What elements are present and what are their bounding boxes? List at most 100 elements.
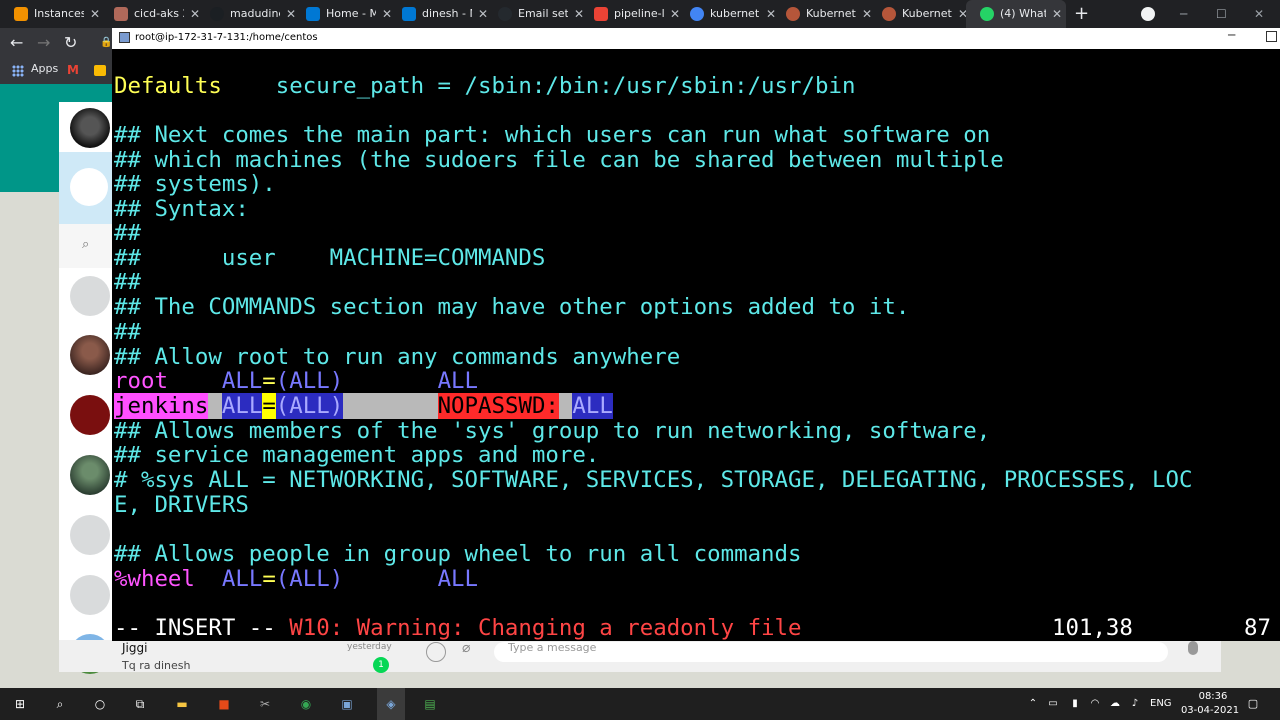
rule-host: ALL (221, 566, 263, 592)
tab-kubernetes-1[interactable]: Kuberneti ✕ (772, 0, 876, 28)
rule-nopasswd: NOPASSWD: (437, 393, 559, 419)
back-icon[interactable]: ← (10, 28, 23, 58)
search-icon[interactable]: ⌕ (50, 688, 70, 720)
rule-host: ALL (221, 393, 263, 419)
cursor-position: 101,38 (1052, 615, 1133, 641)
avatar[interactable] (70, 335, 110, 375)
tab-home-microsoft[interactable]: Home - M ✕ (292, 0, 396, 28)
tab-kubernetes-google[interactable]: kuberneti ✕ (676, 0, 780, 28)
notifications-banner[interactable] (59, 152, 113, 224)
terminal-line: ## Next comes the main part: which users… (114, 122, 991, 148)
bell-off-icon (70, 168, 108, 206)
clock-date[interactable]: 03-04-2021 (1180, 704, 1240, 718)
file-explorer-icon[interactable]: ▬ (172, 688, 192, 720)
task-view-icon[interactable]: ⧉ (130, 688, 150, 720)
terminal-line: ## Allows members of the 'sys' group to … (114, 418, 991, 444)
profile-icon[interactable] (1141, 7, 1155, 21)
avatar[interactable] (70, 108, 110, 148)
reload-icon[interactable]: ↻ (64, 28, 77, 58)
notifications-icon[interactable]: ▢ (1246, 688, 1260, 720)
close-icon[interactable]: ✕ (1045, 0, 1062, 28)
apps-grid-icon[interactable] (12, 65, 24, 77)
tab-pipeline[interactable]: pipeline-l ✕ (580, 0, 684, 28)
terminal-line: ## systems). (114, 171, 276, 197)
cortana-icon[interactable]: ○ (90, 688, 110, 720)
terminal-line: ## (114, 319, 141, 345)
notepad-icon[interactable]: ▤ (420, 688, 440, 720)
volume-icon[interactable]: ♪ (1128, 688, 1142, 720)
rule-runas: (ALL) (275, 368, 344, 394)
terminal[interactable]: Defaults secure_path = /sbin:/bin:/usr/s… (112, 49, 1280, 641)
tab-cicd-aks[interactable]: cicd-aks 2 ✕ (100, 0, 204, 28)
rule-equals: = (262, 393, 276, 419)
emoji-icon[interactable] (426, 642, 446, 662)
google-icon (690, 7, 704, 21)
tab-dinesh[interactable]: dinesh - M ✕ (388, 0, 492, 28)
rule-user: %wheel (114, 566, 195, 592)
terminal-line: ## Syntax: (114, 196, 249, 222)
clock-time[interactable]: 08:36 (1188, 690, 1238, 704)
terminal-line: ## Allows people in group wheel to run a… (114, 541, 802, 567)
minimize-icon[interactable]: ─ (1180, 0, 1187, 28)
folder-icon[interactable] (94, 65, 106, 76)
snipping-tool-icon[interactable]: ✂ (255, 688, 275, 720)
tab-whatsapp[interactable]: (4) Whats ✕ (966, 0, 1066, 28)
gmail-icon[interactable]: M (67, 63, 79, 77)
terminal-line: ## The COMMANDS section may have other o… (114, 294, 910, 320)
group-avatar-icon[interactable] (70, 515, 110, 555)
avatar[interactable] (70, 395, 110, 435)
network-icon[interactable]: ▭ (1046, 688, 1060, 720)
rule-user: root (114, 368, 168, 394)
tab-label: Kuberneti (902, 7, 955, 20)
rule-runas: (ALL) (275, 393, 344, 419)
chevron-up-icon[interactable]: ⌃ (1026, 688, 1040, 720)
jenkins-rule-line: jenkins ALL=(ALL) NOPASSWD: ALL (114, 393, 613, 419)
tab-email-setup[interactable]: Email set ✕ (484, 0, 588, 28)
tab-label: Home - M (326, 7, 379, 20)
group-avatar-icon[interactable] (70, 575, 110, 615)
tab-label: dinesh - M (422, 7, 479, 20)
browser-tab-strip: Instances ✕ cicd-aks 2 ✕ madudine ✕ Home - … (0, 0, 1280, 28)
new-tab-button[interactable]: + (1074, 0, 1089, 28)
putty-icon (119, 32, 130, 43)
tab-instances[interactable]: Instances ✕ (0, 0, 104, 28)
tab-kubernetes-2[interactable]: Kuberneti ✕ (868, 0, 972, 28)
rule-user: jenkins (114, 393, 209, 419)
wifi-icon[interactable]: ◠ (1088, 688, 1102, 720)
github-icon (498, 7, 512, 21)
forward-icon[interactable]: → (37, 28, 50, 58)
microphone-icon[interactable] (1188, 641, 1198, 655)
minimize-icon[interactable]: ─ (1228, 28, 1235, 42)
message-input[interactable]: Type a message (494, 642, 1168, 662)
defaults-keyword: Defaults (114, 73, 222, 99)
close-icon[interactable]: ✕ (83, 0, 100, 28)
chat-name[interactable]: Jiggi (122, 641, 147, 655)
putty-taskbar-icon[interactable]: ▣ (337, 688, 357, 720)
close-window-icon[interactable]: ✕ (1254, 0, 1264, 28)
vim-status-line: -- INSERT -- W10: Warning: Changing a re… (114, 616, 1280, 641)
maximize-icon[interactable] (1266, 31, 1277, 42)
search-bar[interactable]: ⌕ (59, 224, 113, 268)
chat-time: yesterday (347, 642, 392, 652)
attach-icon[interactable]: ⌀ (462, 640, 470, 656)
aws-icon (14, 7, 28, 21)
avatar[interactable] (70, 455, 110, 495)
battery-icon[interactable]: ▮ (1068, 688, 1082, 720)
tab-label: Email set (518, 7, 569, 20)
rule-equals: = (262, 368, 276, 394)
tab-label: cicd-aks 2 (134, 7, 190, 20)
putty-window-title: root@ip-172-31-7-131:/home/centos (135, 32, 318, 43)
terminal-line: ## (114, 269, 141, 295)
chrome-icon[interactable]: ◉ (296, 688, 316, 720)
windows-start-icon[interactable]: ⊞ (10, 688, 30, 720)
scroll-percent: 87 (1244, 615, 1271, 641)
language-indicator[interactable]: ENG (1150, 698, 1172, 709)
apps-bookmark[interactable]: Apps (31, 62, 58, 75)
tab-madudine[interactable]: madudine ✕ (196, 0, 300, 28)
puttygen-icon[interactable]: ◈ (377, 688, 405, 720)
maximize-icon[interactable]: ☐ (1216, 0, 1227, 28)
onedrive-icon[interactable]: ☁ (1108, 688, 1122, 720)
terminal-line: E, DRIVERS (114, 492, 249, 518)
group-avatar-icon[interactable] (70, 276, 110, 316)
office-icon[interactable]: ■ (214, 688, 234, 720)
